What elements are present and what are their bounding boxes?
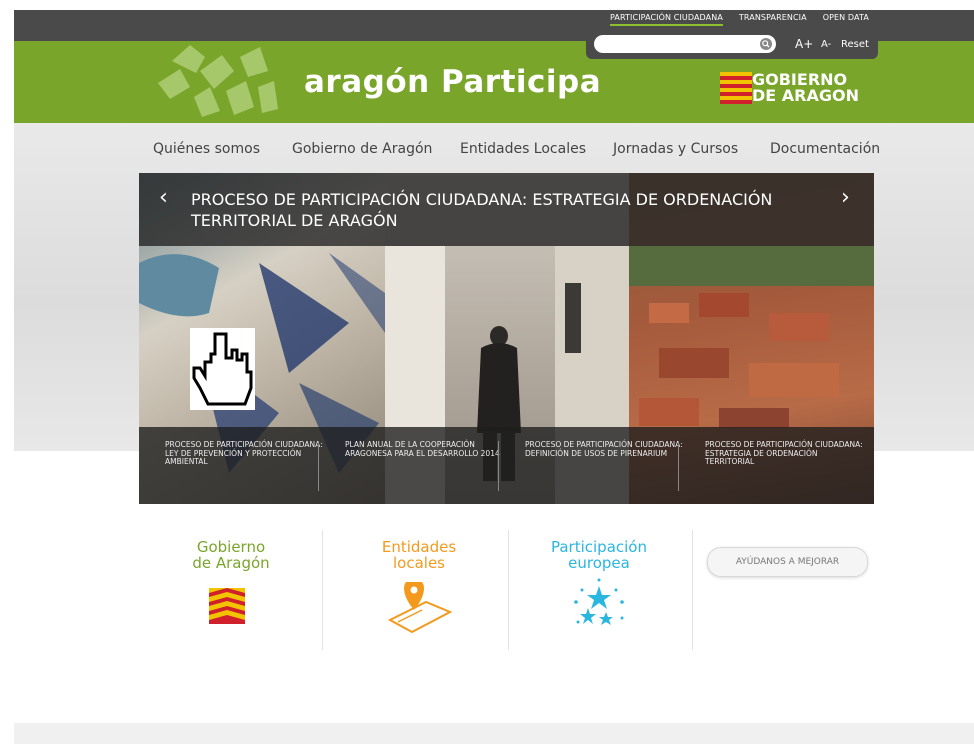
top-link-transparencia[interactable]: TRANSPARENCIA (739, 13, 807, 26)
card-separator-2 (508, 530, 509, 650)
top-links: PARTICIPACIÓN CIUDADANA TRANSPARENCIA OP… (610, 13, 869, 26)
card-entidades-title[interactable]: Entidades locales (364, 539, 474, 571)
slider-divider-3 (678, 441, 679, 491)
font-increase-button[interactable]: A+ (795, 37, 813, 51)
card-europea-line1: Participación (550, 538, 647, 556)
slider-divider-1 (318, 441, 319, 491)
gobierno-aragon-logo[interactable]: GOBIERNO DE ARAGON (752, 72, 859, 104)
nav-quienes-somos[interactable]: Quiénes somos (153, 141, 260, 157)
card-separator-1 (322, 530, 323, 650)
slider-title[interactable]: PROCESO DE PARTICIPACIÓN CIUDADANA: ESTR… (191, 189, 811, 231)
card-europea-line2: europea (568, 554, 630, 572)
footer-bar (14, 723, 974, 744)
nav-documentacion[interactable]: Documentación (770, 141, 880, 157)
eu-stars-icon[interactable] (566, 578, 632, 636)
nav-jornadas-cursos[interactable]: Jornadas y Cursos (613, 141, 738, 157)
slider-divider-2 (498, 441, 499, 491)
gov-line-2: DE ARAGON (752, 86, 859, 105)
site-logo-text[interactable]: aragón Participa (304, 64, 601, 100)
card-europea-title[interactable]: Participación europea (540, 539, 658, 571)
slider-thumbnails: PROCESO DE PARTICIPACIÓN CIUDADANA: LEY … (139, 427, 874, 504)
slider-item-1[interactable]: PROCESO DE PARTICIPACIÓN CIUDADANA: LEY … (165, 440, 325, 467)
map-pin-icon[interactable] (386, 582, 452, 636)
aragon-participa-logo-icon (158, 45, 278, 117)
slider-item-2[interactable]: PLAN ANUAL DE LA COOPERACIÓN ARAGONESA P… (345, 440, 505, 458)
font-reset-button[interactable]: Reset (841, 39, 869, 50)
nav-entidades-locales[interactable]: Entidades Locales (460, 141, 586, 157)
aragon-flag-icon (720, 72, 752, 104)
nav-gobierno-aragon[interactable]: Gobierno de Aragón (292, 141, 432, 157)
card-entidades-line2: locales (393, 554, 445, 572)
card-entidades-line1: Entidades (381, 538, 457, 556)
help-improve-button[interactable]: AYÚDANOS A MEJORAR (707, 547, 868, 577)
slider-next-button[interactable]: › (841, 187, 850, 209)
aragon-flag-card-icon[interactable] (209, 588, 245, 624)
card-gobierno-title[interactable]: Gobierno de Aragón (178, 539, 284, 571)
top-link-participacion[interactable]: PARTICIPACIÓN CIUDADANA (610, 13, 723, 26)
search-input[interactable] (594, 35, 776, 53)
font-decrease-button[interactable]: A- (821, 39, 831, 50)
card-gobierno-line1: Gobierno (196, 538, 266, 556)
card-gobierno-line2: de Aragón (192, 554, 270, 572)
top-link-open-data[interactable]: OPEN DATA (823, 13, 869, 26)
hand-cursor-icon (190, 328, 255, 410)
card-separator-3 (692, 530, 693, 650)
search-icon[interactable] (758, 37, 774, 51)
slider-item-3[interactable]: PROCESO DE PARTICIPACIÓN CIUDADANA: DEFI… (525, 440, 685, 458)
slider-item-4[interactable]: PROCESO DE PARTICIPACIÓN CIUDADANA: ESTR… (705, 440, 865, 467)
slider-prev-button[interactable]: ‹ (159, 187, 168, 209)
